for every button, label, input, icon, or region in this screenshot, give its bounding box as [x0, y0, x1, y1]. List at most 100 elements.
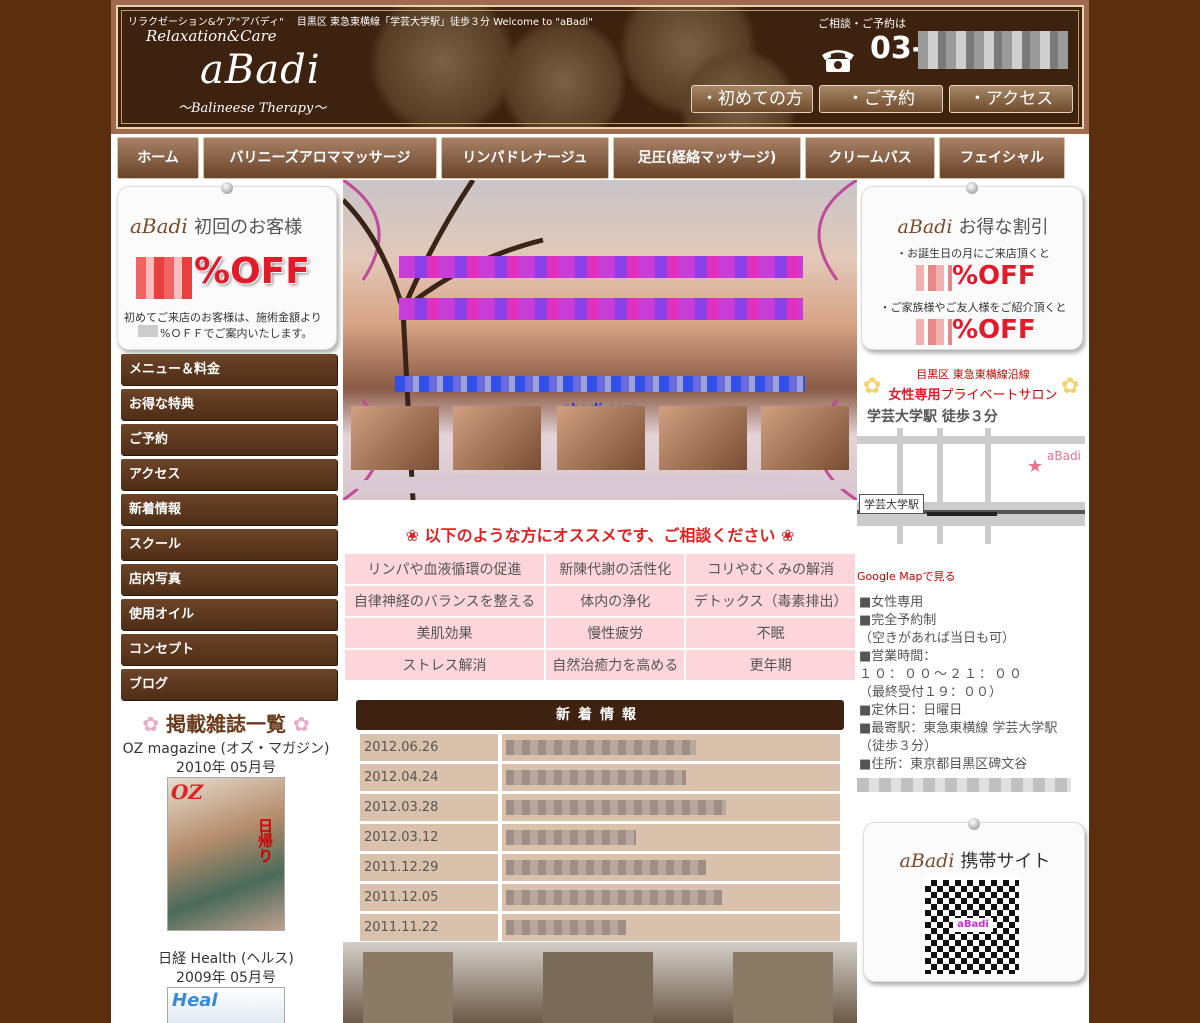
left-sidebar: aBadi 初回のお客様 %OFF 初めてご来店のお客様は、施術金額より %ＯＦ…: [111, 180, 341, 1023]
magazines-heading: ✿ 掲載雑誌一覧 ✿: [111, 708, 341, 737]
site-logo[interactable]: aBadi: [200, 47, 321, 93]
brand-text: aBadi: [899, 850, 955, 872]
recommend-cell: コリやむくみの解消: [686, 554, 855, 584]
banner-photo: [351, 406, 439, 470]
hero-banner: abadi.com: [343, 180, 857, 500]
news-row[interactable]: 2012.03.12: [360, 824, 840, 851]
recommend-heading: ❀ 以下のような方にオススメです、ご相談ください ❀: [343, 522, 857, 546]
first-visit-desc2: %ＯＦＦでご案内いたします。: [160, 327, 313, 340]
news-date: 2011.11.22: [360, 914, 498, 941]
first-visit-button[interactable]: ・初めての方: [691, 85, 813, 113]
flower-icon: ❀: [405, 526, 420, 545]
news-title-blurred[interactable]: [502, 794, 840, 821]
flower-icon: ✿: [1061, 374, 1080, 399]
mobile-site-card[interactable]: aBadi 携帯サイト aBadi: [863, 818, 1086, 982]
header-inner: リラクゼーション&ケア"アバディ" 目黒区 東急東横線「学芸大学駅」徒歩３分 W…: [116, 5, 1084, 129]
news-date: 2012.03.12: [360, 824, 498, 851]
google-map-link[interactable]: Google Mapで見る: [857, 568, 956, 584]
info-line: １０：００〜２１：００: [859, 667, 1025, 682]
flower-icon: ❀: [780, 526, 795, 545]
nav-home[interactable]: ホーム: [117, 137, 199, 179]
news-date: 2012.04.24: [360, 764, 498, 791]
flower-icon: ✿: [863, 374, 882, 399]
header: リラクゼーション&ケア"アバディ" 目黒区 東急東横線「学芸大学駅」徒歩３分 W…: [111, 0, 1089, 134]
news-row[interactable]: 2011.11.22: [360, 914, 840, 941]
news-title-blurred[interactable]: [502, 884, 840, 911]
first-visit-title: aBadi 初回のお客様: [130, 213, 302, 239]
address-blurred: [857, 778, 1071, 792]
discount-title: aBadi お得な割引: [862, 213, 1084, 239]
salon-photo: [343, 942, 857, 1023]
magazine-cover-oz[interactable]: OZ 日帰り: [167, 777, 285, 931]
area-text: 目黒区 東急東横線沿線: [916, 368, 1030, 381]
women-only: 女性専用: [888, 388, 941, 403]
news-row[interactable]: 2012.04.24: [360, 764, 840, 791]
news-title-blurred[interactable]: [502, 824, 840, 851]
off-text: %OFF: [952, 261, 1036, 291]
recommend-cell: 新陳代謝の活性化: [546, 554, 685, 584]
recommend-cell: ストレス解消: [345, 650, 545, 680]
svg-text:★: ★: [1027, 456, 1043, 477]
discount-card[interactable]: aBadi お得な割引 ・お誕生日の月にご来店頂くと %OFF ・ご家族様やご友…: [861, 182, 1084, 350]
nav-lymph-drainage[interactable]: リンパドレナージュ: [441, 137, 609, 179]
qr-code[interactable]: aBadi: [922, 877, 1022, 977]
magazine-2-name: 日経 Health (ヘルス): [158, 951, 294, 967]
sidebar-item-photos[interactable]: 店内写真: [121, 564, 337, 595]
sidebar-item-concept[interactable]: コンセプト: [121, 634, 337, 665]
nav-balinese-aroma[interactable]: バリニーズアロママッサージ: [203, 137, 437, 179]
sidebar-item-menu[interactable]: メニュー＆料金: [121, 354, 337, 385]
news-title-blurred[interactable]: [502, 764, 840, 791]
flower-icon: ✿: [292, 712, 310, 736]
phone-number-blurred: [918, 31, 1068, 69]
sidebar-item-access[interactable]: アクセス: [121, 459, 337, 490]
news-row[interactable]: 2011.12.29: [360, 854, 840, 881]
banner-text-blurred: [399, 256, 803, 278]
sidebar-item-reservation[interactable]: ご予約: [121, 424, 337, 455]
qr-label: aBadi: [953, 918, 993, 932]
news-title-blurred[interactable]: [502, 854, 840, 881]
news-title-blurred[interactable]: [502, 734, 840, 761]
news-row[interactable]: 2012.06.26: [360, 734, 840, 761]
sidebar-item-oils[interactable]: 使用オイル: [121, 599, 337, 630]
sidebar-item-news[interactable]: 新着情報: [121, 494, 337, 525]
info-line: ■営業時間：: [859, 649, 937, 664]
recommend-cell: デトックス（毒素排出）: [686, 586, 855, 616]
title-text: 初回のお客様: [194, 217, 303, 238]
header-tagline: リラクゼーション&ケア"アバディ" 目黒区 東急東横線「学芸大学駅」徒歩３分 W…: [128, 17, 593, 28]
referral-discount: ・ご家族様やご友人様をご紹介頂くと: [879, 301, 1067, 314]
off-text: %OFF: [194, 251, 310, 292]
sidebar-item-school[interactable]: スクール: [121, 529, 337, 560]
page: リラクゼーション&ケア"アバディ" 目黒区 東急東横線「学芸大学駅」徒歩３分 W…: [111, 0, 1089, 1023]
private-salon: プライベートサロン: [940, 388, 1058, 403]
pin-icon: [968, 818, 980, 830]
info-line: （徒歩３分）: [859, 739, 938, 754]
news-row[interactable]: 2012.03.28: [360, 794, 840, 821]
sidebar-item-benefits[interactable]: お得な特典: [121, 389, 337, 420]
banner-photo: [453, 406, 541, 470]
recommend-cell: 自然治癒力を高める: [546, 650, 685, 680]
first-visit-card[interactable]: aBadi 初回のお客様 %OFF 初めてご来店のお客様は、施術金額より %ＯＦ…: [117, 182, 337, 350]
news-row[interactable]: 2011.12.05: [360, 884, 840, 911]
recommend-cell: 美肌効果: [345, 618, 545, 648]
news-date: 2012.06.26: [360, 734, 498, 761]
info-line: （空きがあれば当日も可）: [859, 631, 1016, 646]
recommend-section: ❀ 以下のような方にオススメです、ご相談ください ❀ リンパや血液循環の促進 新…: [343, 522, 857, 680]
magazine-1-issue: 2010年 05月号: [176, 760, 276, 776]
reservation-button[interactable]: ・ご予約: [819, 85, 943, 113]
access-button[interactable]: ・アクセス: [949, 85, 1073, 113]
recommend-cell: 慢性疲労: [546, 618, 685, 648]
discount-blurred: [136, 257, 192, 299]
mobile-site-title: aBadi 携帯サイト: [864, 847, 1086, 873]
recommend-cell: 自律神経のバランスを整える: [345, 586, 545, 616]
flower-icon: ✿: [142, 712, 160, 736]
map-drawing: aBadi ★: [857, 428, 1085, 544]
nav-creambath[interactable]: クリームバス: [805, 137, 935, 179]
sidebar-item-blog[interactable]: ブログ: [121, 669, 337, 700]
magazine-cover-health[interactable]: Heal: [167, 987, 285, 1023]
brand-text: aBadi: [130, 214, 188, 238]
nav-foot-pressure[interactable]: 足圧(経絡マッサージ): [613, 137, 801, 179]
logo-tagline-top: Relaxation&Care: [146, 27, 277, 45]
access-map[interactable]: aBadi ★ 学芸大学駅: [857, 428, 1085, 544]
nav-facial[interactable]: フェイシャル: [939, 137, 1065, 179]
news-title-blurred[interactable]: [502, 914, 840, 941]
